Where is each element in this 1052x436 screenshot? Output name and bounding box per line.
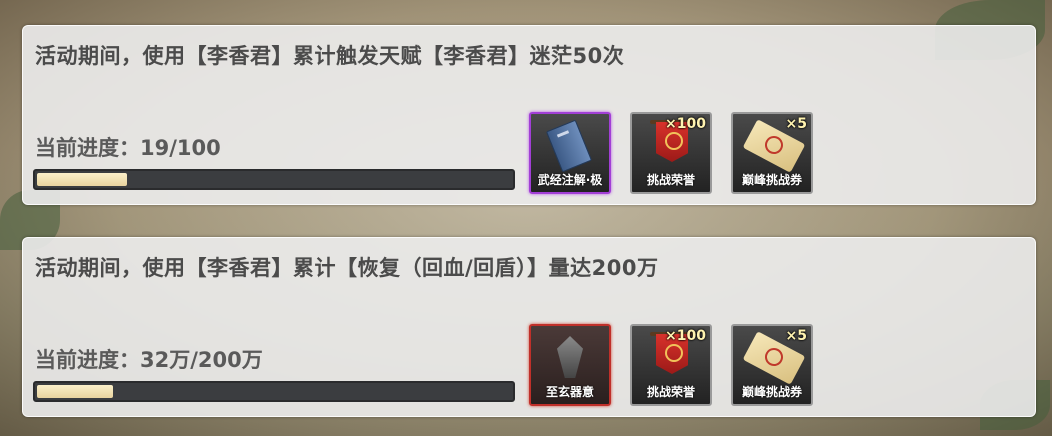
reward-item-zhixuan-qiyi[interactable]: 至玄器意 xyxy=(529,324,611,406)
artifact-icon xyxy=(557,336,583,378)
task-card-1: 活动期间，使用【李香君】累计触发天赋【李香君】迷茫50次 当前进度：19/100… xyxy=(22,25,1036,205)
reward-name: 至玄器意 xyxy=(545,385,594,399)
reward-name: 武经注解·极 xyxy=(537,173,603,187)
reward-count: ×100 xyxy=(665,328,706,344)
reward-item-peak-ticket[interactable]: ×5 巅峰挑战券 xyxy=(731,324,813,406)
reward-name: 挑战荣誉 xyxy=(646,385,695,399)
reward-name: 巅峰挑战券 xyxy=(741,385,802,399)
banner-emblem-icon xyxy=(665,344,683,362)
reward-name: 挑战荣誉 xyxy=(646,173,695,187)
task-title: 活动期间，使用【李香君】累计触发天赋【李香君】迷茫50次 xyxy=(35,44,625,68)
progress-text: 当前进度：32万/200万 xyxy=(35,348,263,372)
task-title: 活动期间，使用【李香君】累计【恢复（回血/回盾）】量达200万 xyxy=(35,256,659,280)
reward-count: ×5 xyxy=(785,328,807,344)
reward-item-challenge-honor[interactable]: ×100 挑战荣誉 xyxy=(630,112,712,194)
blue-book-icon xyxy=(545,119,593,173)
reward-count: ×100 xyxy=(665,116,706,132)
progress-bar xyxy=(33,381,515,402)
progress-text: 当前进度：19/100 xyxy=(35,136,221,160)
banner-emblem-icon xyxy=(665,132,683,150)
task-card-2: 活动期间，使用【李香君】累计【恢复（回血/回盾）】量达200万 当前进度：32万… xyxy=(22,237,1036,417)
progress-bar xyxy=(33,169,515,190)
reward-item-peak-ticket[interactable]: ×5 巅峰挑战券 xyxy=(731,112,813,194)
reward-item-wujing-zhujie[interactable]: 武经注解·极 xyxy=(529,112,611,194)
progress-bar-fill xyxy=(37,173,127,186)
progress-bar-fill xyxy=(37,385,113,398)
reward-item-challenge-honor[interactable]: ×100 挑战荣誉 xyxy=(630,324,712,406)
reward-name: 巅峰挑战券 xyxy=(741,173,802,187)
reward-count: ×5 xyxy=(785,116,807,132)
